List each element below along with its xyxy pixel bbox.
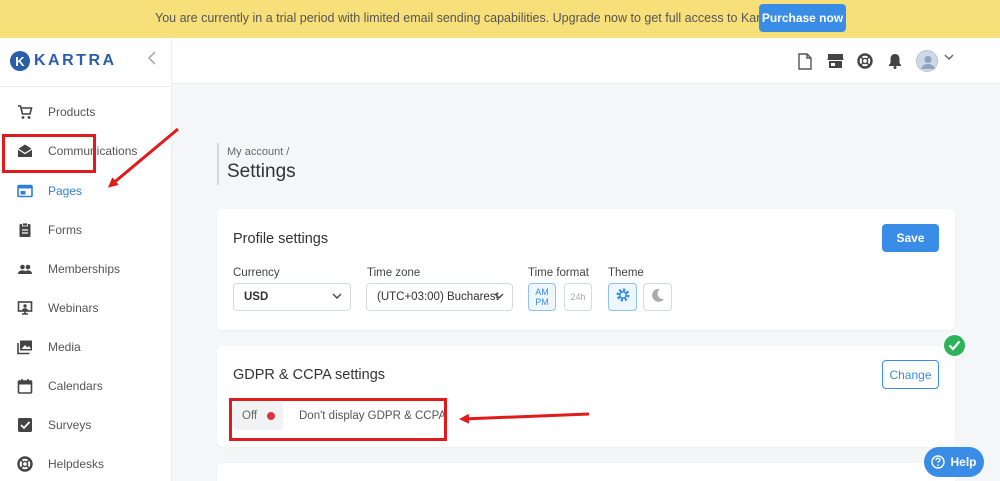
help-button[interactable]: Help [924, 447, 984, 477]
cart-icon [17, 104, 33, 120]
help-label: Help [950, 455, 977, 469]
image-gallery-icon [17, 339, 33, 355]
sidebar-item-label: Webinars [48, 300, 99, 315]
sidebar-item-label: Memberships [48, 261, 121, 276]
theme-light-button[interactable] [608, 283, 637, 311]
presentation-icon [17, 300, 33, 316]
sidebar-item-surveys[interactable]: Surveys [0, 405, 172, 444]
kartra-logo[interactable]: K KARTRA [10, 51, 117, 71]
sidebar-item-webinars[interactable]: Webinars [0, 288, 172, 327]
timeformat-ampm-button[interactable]: AM PM [528, 283, 556, 311]
chevron-down-icon [494, 291, 504, 303]
next-settings-card [217, 463, 955, 481]
lifebuoy-icon[interactable] [856, 52, 874, 70]
page-title: Settings [227, 161, 296, 182]
profile-settings-title: Profile settings [233, 231, 329, 247]
sidebar-item-label: Products [48, 104, 96, 119]
sidebar-item-memberships[interactable]: Memberships [0, 249, 172, 288]
logo-mark: K [10, 51, 30, 71]
trial-banner: You are currently in a trial period with… [0, 0, 1000, 38]
breadcrumb[interactable]: My account / [227, 146, 289, 158]
pages-highlight-box [2, 134, 96, 173]
sidebar-item-label: Forms [48, 222, 82, 237]
sidebar-item-label: Calendars [48, 378, 103, 393]
store-icon[interactable] [826, 52, 844, 70]
timeformat-24h-button[interactable]: 24h [564, 283, 592, 311]
profile-settings-card: Profile settings Save Currency USD Time … [217, 209, 955, 330]
timezone-value: (UTC+03:00) Bucharest [377, 291, 499, 303]
top-navbar [172, 38, 1000, 84]
theme-label: Theme [608, 267, 644, 279]
collapse-sidebar-icon[interactable] [147, 51, 157, 70]
checkbox-icon [17, 417, 33, 433]
lifebuoy-icon [17, 455, 33, 472]
avatar-icon[interactable] [916, 50, 938, 72]
browser-window-icon [17, 183, 33, 199]
timezone-select[interactable]: (UTC+03:00) Bucharest [366, 283, 513, 311]
bell-icon[interactable] [886, 52, 904, 70]
document-icon[interactable] [796, 52, 814, 70]
calendar-icon [17, 378, 33, 394]
currency-select[interactable]: USD [233, 283, 351, 311]
sidebar-item-products[interactable]: Products [0, 92, 172, 131]
chevron-down-icon [332, 291, 342, 303]
people-icon [17, 261, 33, 277]
sidebar-item-label: Media [48, 339, 81, 354]
gdpr-highlight-box [229, 398, 447, 441]
sidebar-divider [0, 86, 172, 87]
gear-icon [615, 287, 631, 308]
question-icon [931, 455, 946, 469]
moon-icon [650, 287, 666, 308]
theme-dark-button[interactable] [643, 283, 672, 311]
save-button[interactable]: Save [882, 224, 939, 252]
chevron-down-icon[interactable] [944, 52, 954, 64]
sidebar-item-label: Helpdesks [48, 456, 105, 471]
sidebar: K KARTRA Products Communications Pages F… [0, 38, 172, 481]
success-check-icon [942, 333, 967, 358]
sidebar-item-helpdesks[interactable]: Helpdesks [0, 444, 172, 481]
sidebar-item-calendars[interactable]: Calendars [0, 366, 172, 405]
sidebar-item-pages[interactable]: Pages [0, 171, 172, 210]
logo-text: KARTRA [34, 52, 117, 69]
timeformat-label: Time format [528, 267, 589, 279]
breadcrumb-accent [217, 143, 219, 185]
sidebar-item-forms[interactable]: Forms [0, 210, 172, 249]
purchase-now-button[interactable]: Purchase now [759, 4, 846, 32]
sidebar-item-label: Pages [48, 183, 83, 198]
currency-value: USD [244, 291, 269, 303]
sidebar-item-label: Surveys [48, 417, 92, 432]
clipboard-icon [17, 222, 33, 238]
gdpr-settings-title: GDPR & CCPA settings [233, 367, 386, 383]
currency-label: Currency [233, 267, 280, 279]
change-button[interactable]: Change [882, 360, 939, 389]
sidebar-item-media[interactable]: Media [0, 327, 172, 366]
timezone-label: Time zone [367, 267, 421, 279]
trial-banner-text: You are currently in a trial period with… [155, 11, 779, 25]
